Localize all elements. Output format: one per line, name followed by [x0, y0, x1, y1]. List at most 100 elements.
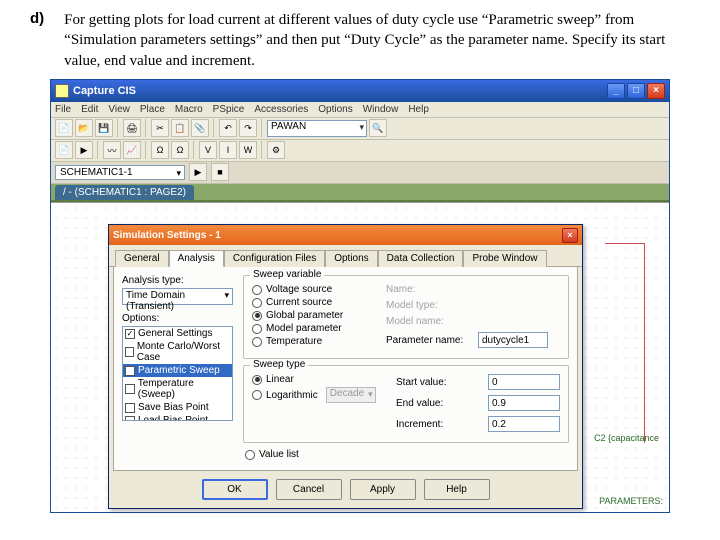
app-icon	[55, 84, 69, 98]
toolbar-combo[interactable]: PAWAN	[267, 120, 367, 137]
menu-file[interactable]: File	[55, 104, 71, 115]
toolbar-button[interactable]: Ω	[171, 141, 189, 159]
apply-button[interactable]: Apply	[350, 479, 416, 500]
page-tab[interactable]: / - (SCHEMATIC1 : PAGE2)	[55, 185, 194, 200]
toolbar-button[interactable]: 💾	[95, 119, 113, 137]
options-listbox[interactable]: ✓General Settings Monte Carlo/Worst Case…	[122, 326, 233, 421]
document-tabbar: / - (SCHEMATIC1 : PAGE2)	[51, 184, 669, 202]
toolbar-button[interactable]: ↶	[219, 119, 237, 137]
help-button[interactable]: Help	[424, 479, 490, 500]
close-button[interactable]: ×	[647, 83, 665, 99]
menu-view[interactable]: View	[108, 104, 130, 115]
wire	[644, 243, 645, 443]
option-label: Save Bias Point	[138, 402, 209, 413]
radio-current-source[interactable]	[252, 298, 262, 308]
option-label: General Settings	[138, 328, 213, 339]
option-label: Load Bias Point	[138, 415, 208, 421]
model-type-label: Model type:	[386, 300, 474, 311]
menu-pspice[interactable]: PSpice	[213, 104, 245, 115]
dialog-close-button[interactable]: ×	[562, 228, 578, 243]
toolbar-button-i[interactable]: I	[219, 141, 237, 159]
dialog-titlebar[interactable]: Simulation Settings - 1 ×	[109, 225, 582, 245]
tab-probe-window[interactable]: Probe Window	[463, 250, 546, 267]
schematic-row: SCHEMATIC1-1 ▶ ■	[51, 162, 669, 184]
start-value-input[interactable]	[488, 374, 560, 390]
toolbar-button[interactable]: 📄	[55, 141, 73, 159]
radio-linear[interactable]	[252, 375, 262, 385]
toolbar-button[interactable]: ✂	[151, 119, 169, 137]
option-monte-carlo[interactable]: Monte Carlo/Worst Case	[123, 340, 232, 364]
toolbar-button[interactable]: 📋	[171, 119, 189, 137]
radio-label: Logarithmic	[266, 390, 318, 401]
menu-window[interactable]: Window	[363, 104, 399, 115]
model-name-label: Model name:	[386, 316, 474, 327]
option-label: Temperature (Sweep)	[138, 378, 230, 400]
radio-label: Global parameter	[266, 310, 343, 321]
toolbar-button[interactable]: 🔍	[369, 119, 387, 137]
menu-help[interactable]: Help	[408, 104, 429, 115]
toolbar-button[interactable]: ⚙	[267, 141, 285, 159]
menu-edit[interactable]: Edit	[81, 104, 98, 115]
toolbar-button-v[interactable]: V	[199, 141, 217, 159]
titlebar[interactable]: Capture CIS _ □ ×	[51, 80, 669, 102]
radio-temperature[interactable]	[252, 337, 262, 347]
toolbar-button[interactable]: ▶	[75, 141, 93, 159]
toolbar-button[interactable]: ■	[211, 163, 229, 181]
option-save-bias[interactable]: Save Bias Point	[123, 401, 232, 414]
tab-analysis[interactable]: Analysis	[169, 250, 224, 267]
schematic-combo[interactable]: SCHEMATIC1-1	[55, 165, 185, 180]
toolbar-button[interactable]: 📈	[123, 141, 141, 159]
tab-general[interactable]: General	[115, 250, 169, 267]
toolbar-standard: 📄 📂 💾 🖨 ✂ 📋 📎 ↶ ↷ PAWAN 🔍	[51, 118, 669, 140]
option-parametric-sweep[interactable]: ✓Parametric Sweep	[123, 364, 232, 377]
maximize-button[interactable]: □	[627, 83, 645, 99]
radio-label: Model parameter	[266, 323, 342, 334]
ok-button[interactable]: OK	[202, 479, 268, 500]
toolbar-button[interactable]: ↷	[239, 119, 257, 137]
tab-data-collection[interactable]: Data Collection	[378, 250, 464, 267]
options-label: Options:	[122, 313, 233, 324]
radio-value-list[interactable]	[245, 450, 255, 460]
param-name-input[interactable]	[478, 332, 548, 348]
toolbar-button[interactable]: 📄	[55, 119, 73, 137]
radio-model-parameter[interactable]	[252, 324, 262, 334]
radio-global-parameter[interactable]	[252, 311, 262, 321]
end-value-input[interactable]	[488, 395, 560, 411]
option-load-bias[interactable]: Load Bias Point	[123, 414, 232, 421]
option-temperature-sweep[interactable]: Temperature (Sweep)	[123, 377, 232, 401]
toolbar-pspice: 📄 ▶ 〰 📈 Ω Ω V I W ⚙	[51, 140, 669, 162]
cancel-button[interactable]: Cancel	[276, 479, 342, 500]
radio-logarithmic[interactable]	[252, 390, 262, 400]
menu-macro[interactable]: Macro	[175, 104, 203, 115]
sweep-type-group: Sweep type Linear LogarithmicDecade Star…	[243, 365, 569, 443]
increment-input[interactable]	[488, 416, 560, 432]
option-label: Monte Carlo/Worst Case	[137, 341, 230, 363]
toolbar-button[interactable]: ▶	[189, 163, 207, 181]
parameters-label: PARAMETERS:	[599, 496, 663, 506]
radio-label: Current source	[266, 297, 332, 308]
toolbar-button[interactable]: 〰	[103, 141, 121, 159]
name-label: Name:	[386, 284, 474, 295]
toolbar-button[interactable]: 🖨	[123, 119, 141, 137]
end-value-label: End value:	[396, 398, 484, 409]
menu-accessories[interactable]: Accessories	[254, 104, 308, 115]
analysis-type-combo[interactable]: Time Domain (Transient)	[122, 288, 233, 305]
dialog-tabs: General Analysis Configuration Files Opt…	[109, 245, 582, 267]
menu-options[interactable]: Options	[318, 104, 352, 115]
increment-label: Increment:	[396, 419, 484, 430]
log-scale-combo: Decade	[326, 387, 376, 403]
toolbar-button-w[interactable]: W	[239, 141, 257, 159]
minimize-button[interactable]: _	[607, 83, 625, 99]
tab-config-files[interactable]: Configuration Files	[224, 250, 325, 267]
radio-voltage-source[interactable]	[252, 285, 262, 295]
toolbar-button[interactable]: Ω	[151, 141, 169, 159]
option-general-settings[interactable]: ✓General Settings	[123, 327, 232, 340]
param-name-label: Parameter name:	[386, 335, 474, 346]
toolbar-button[interactable]: 📂	[75, 119, 93, 137]
menubar[interactable]: File Edit View Place Macro PSpice Access…	[51, 102, 669, 118]
radio-label: Linear	[266, 374, 294, 385]
menu-place[interactable]: Place	[140, 104, 165, 115]
radio-label: Value list	[259, 449, 299, 460]
toolbar-button[interactable]: 📎	[191, 119, 209, 137]
tab-options[interactable]: Options	[325, 250, 377, 267]
